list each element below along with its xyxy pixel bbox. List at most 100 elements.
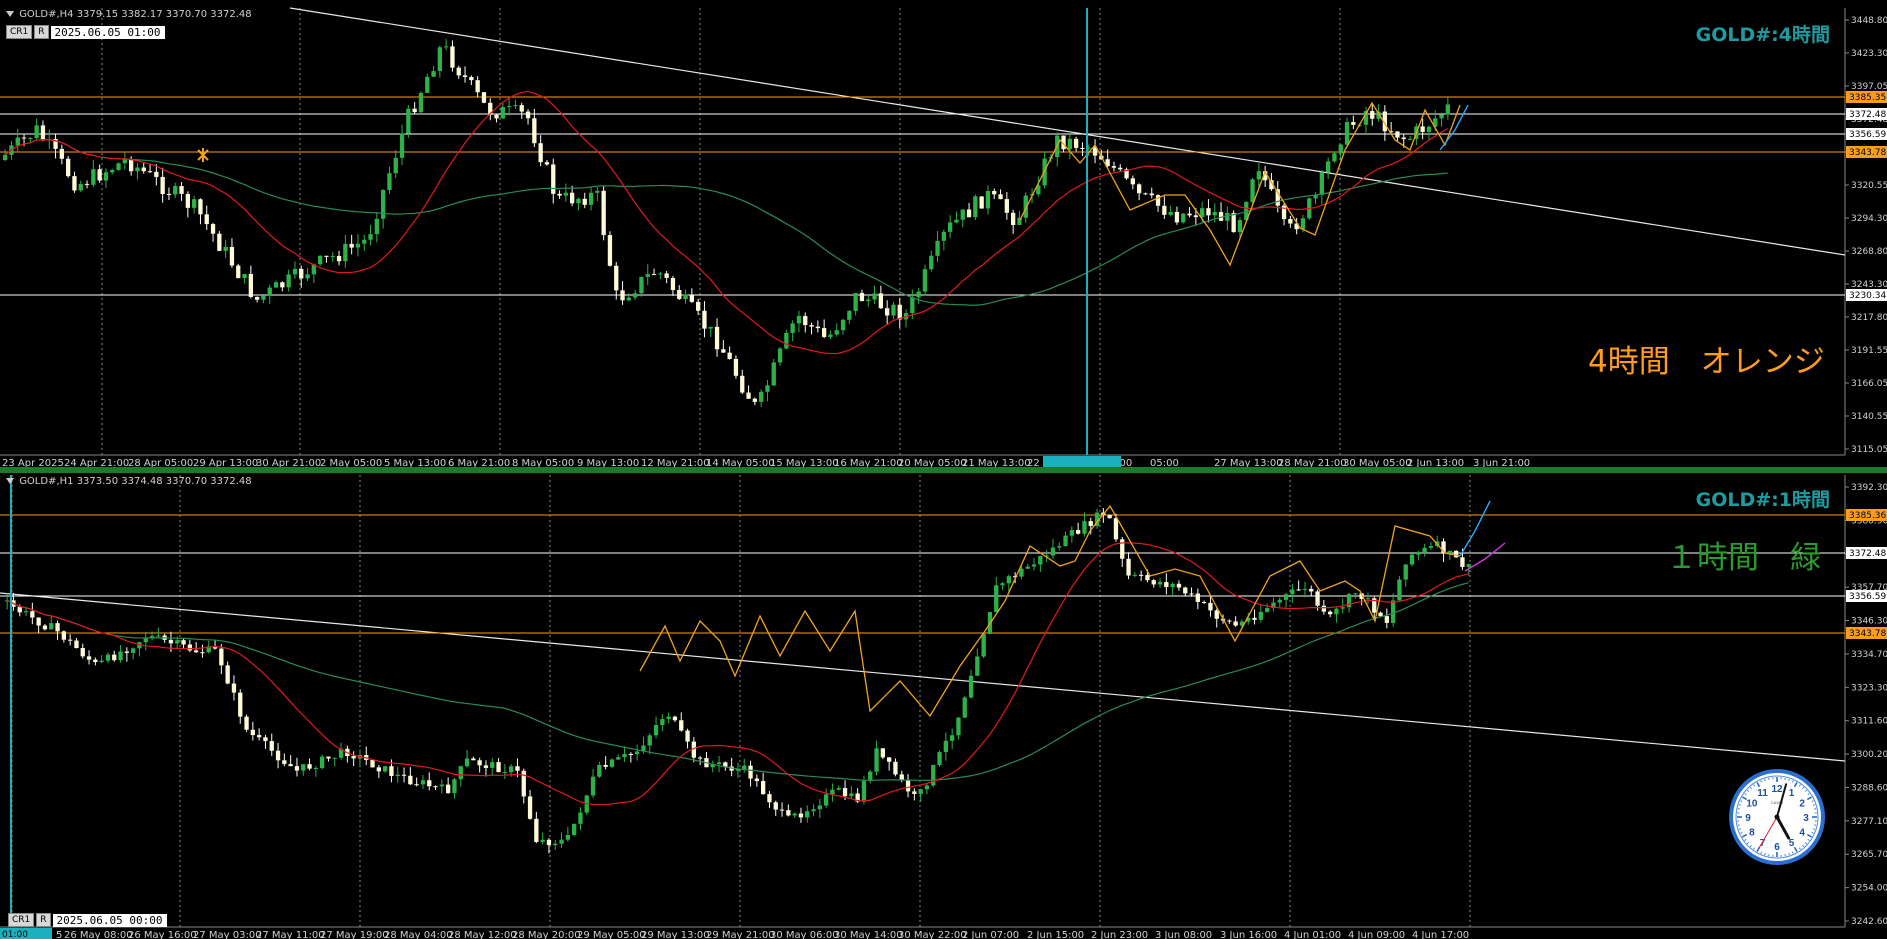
bull-candle	[425, 76, 430, 93]
time-tick-label: 20 May 05:00	[898, 458, 967, 467]
h1-datetime-display: 2025.06.05 00:00	[52, 913, 167, 927]
bull-candle	[796, 316, 802, 324]
bear-candle	[1370, 111, 1375, 119]
bear-candle	[1111, 166, 1117, 168]
bear-candle	[446, 784, 451, 794]
bear-candle	[601, 190, 606, 236]
bear-candle	[21, 137, 27, 139]
h1-chart-panel[interactable]: 3392.303380.903369.503357.703346.303334.…	[0, 471, 1887, 939]
h4-datetime-display: 2025.06.05 01:00	[50, 25, 165, 39]
bull-candle	[683, 294, 688, 300]
collapse-triangle-icon[interactable]	[6, 11, 14, 17]
bull-candle	[273, 282, 279, 288]
bull-candle	[868, 771, 873, 781]
bear-candle	[326, 756, 331, 759]
bear-candle	[1088, 521, 1093, 527]
bear-candle	[1149, 193, 1154, 196]
bull-candle	[559, 839, 564, 844]
bear-candle	[181, 640, 186, 645]
bear-candle	[450, 46, 455, 68]
bear-candle	[773, 802, 778, 810]
bear-candle	[1118, 167, 1123, 170]
bull-candle	[805, 811, 810, 818]
price-tick-label: 3323.30	[1851, 683, 1887, 693]
price-tick-label: 3166.05	[1851, 379, 1887, 389]
bull-candle	[635, 751, 640, 755]
time-tick-label: 8 May 05:00	[512, 458, 574, 467]
time-tick-label: 15 May 13:00	[770, 458, 839, 467]
bear-candle	[72, 176, 77, 191]
bull-candle	[381, 190, 386, 219]
time-tick-label: 30 May 14:00	[834, 930, 903, 939]
clock-number: 9	[1745, 813, 1751, 824]
time-tick-label: 27 May 03:00	[193, 930, 262, 939]
bull-candle	[578, 812, 583, 824]
bull-candle	[1416, 552, 1421, 555]
bear-candle	[727, 352, 732, 359]
bear-candle	[129, 159, 134, 172]
h1-ohlc-text: GOLD#,H1 3373.50 3374.48 3370.70 3372.48	[19, 476, 252, 487]
bull-candle	[861, 780, 867, 802]
trendline	[289, 7, 1846, 256]
bull-candle	[242, 274, 247, 279]
h4-r-button[interactable]: R	[34, 25, 49, 39]
h1-r-button[interactable]: R	[36, 913, 51, 927]
bull-candle	[1069, 530, 1074, 536]
bear-candle	[798, 813, 804, 818]
h4-cr1-button[interactable]: CR1	[6, 25, 33, 39]
bull-candle	[916, 291, 921, 298]
h1-chart-canvas[interactable]: 3392.303380.903369.503357.703346.303334.…	[0, 471, 1887, 939]
bear-candle	[17, 606, 22, 613]
h4-chart-canvas[interactable]: 3448.803423.303397.053372.483346.103320.…	[0, 0, 1887, 467]
bull-candle	[891, 304, 896, 316]
h4-toolbar: CR1 R 2025.06.05 01:00	[6, 25, 165, 39]
bull-candle	[590, 776, 596, 796]
bull-candle	[765, 385, 770, 392]
h4-chart-panel[interactable]: 3448.803423.303397.053372.483346.103320.…	[0, 0, 1887, 467]
bear-candle	[557, 193, 562, 196]
collapse-triangle-icon[interactable]	[6, 478, 14, 484]
time-tick-label: 3 Jun 16:00	[1220, 930, 1277, 939]
time-tick-label: 30 May 05:00	[1343, 458, 1412, 467]
price-tick-label: 3397.05	[1851, 82, 1887, 92]
price-tick-label: 3242.60	[1851, 917, 1887, 927]
bull-candle	[110, 170, 115, 173]
bear-candle	[282, 760, 287, 765]
bull-candle	[922, 269, 928, 292]
bull-candle	[175, 640, 180, 644]
h1-chart-info: GOLD#,H1 3373.50 3374.48 3370.70 3372.48	[6, 476, 252, 487]
h1-cr1-button[interactable]: CR1	[8, 913, 35, 927]
bull-candle	[118, 651, 123, 661]
bull-candle	[777, 348, 783, 363]
bear-candle	[408, 775, 413, 785]
bear-candle	[733, 358, 739, 376]
bear-candle	[620, 290, 625, 301]
bear-candle	[614, 265, 619, 291]
bear-candle	[786, 810, 791, 816]
bear-candle	[80, 648, 85, 657]
time-tick-label: 14 May 05:00	[706, 458, 775, 467]
bear-candle	[250, 729, 255, 736]
bull-candle	[313, 768, 318, 770]
bear-candle	[912, 791, 917, 794]
bear-candle	[1143, 193, 1148, 195]
bull-candle	[830, 789, 835, 795]
bear-candle	[754, 778, 759, 781]
bear-candle	[30, 611, 35, 618]
bear-candle	[685, 730, 690, 742]
bull-candle	[1031, 564, 1037, 567]
bull-candle	[1265, 608, 1270, 612]
bear-candle	[1233, 621, 1238, 626]
bear-candle	[899, 774, 904, 780]
bull-candle	[658, 273, 663, 275]
time-tick-label: 24 Apr 21:00	[64, 458, 129, 467]
bull-candle	[355, 243, 361, 248]
time-tick-label: 28 Apr 05:00	[128, 458, 193, 467]
bear-candle	[546, 839, 552, 846]
bull-candle	[1277, 599, 1282, 603]
bear-candle	[880, 748, 885, 758]
bear-candle	[427, 780, 432, 787]
bull-candle	[954, 219, 959, 223]
bull-candle	[1319, 172, 1324, 195]
time-tick-label: 4 Jun 09:00	[1348, 930, 1405, 939]
